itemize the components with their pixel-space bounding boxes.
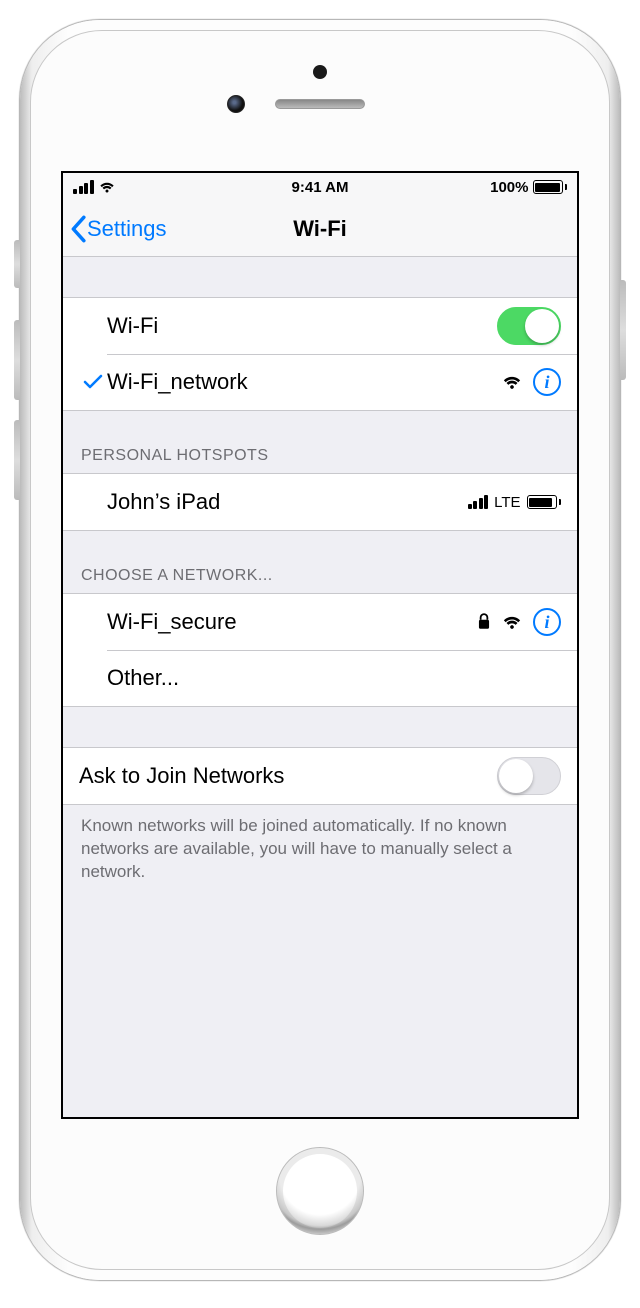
ask-to-join-toggle[interactable] [497, 757, 561, 795]
wifi-toggle[interactable] [497, 307, 561, 345]
network-name: Wi-Fi_secure [107, 609, 477, 635]
home-button[interactable] [276, 1147, 364, 1235]
ask-to-join-row: Ask to Join Networks [63, 748, 577, 804]
wifi-icon [98, 180, 116, 194]
hotspot-name: John’s iPad [107, 489, 468, 515]
cellular-signal-icon [73, 180, 94, 194]
wifi-signal-icon [501, 373, 523, 391]
network-row[interactable]: Wi-Fi_secure i [63, 594, 577, 650]
connected-network-name: Wi-Fi_network [107, 369, 501, 395]
other-label: Other... [107, 665, 561, 691]
ask-to-join-footer: Known networks will be joined automatica… [63, 805, 577, 894]
battery-icon [527, 495, 562, 509]
connected-network-row[interactable]: Wi-Fi_network i [63, 354, 577, 410]
wifi-toggle-row: Wi-Fi [63, 298, 577, 354]
personal-hotspots-header: PERSONAL HOTSPOTS [63, 439, 577, 473]
choose-network-header: CHOOSE A NETWORK... [63, 559, 577, 593]
screen: 9:41 AM 100% Settings Wi-Fi [61, 171, 579, 1119]
info-icon[interactable]: i [533, 608, 561, 636]
info-icon[interactable]: i [533, 368, 561, 396]
battery-icon [533, 180, 568, 194]
other-network-row[interactable]: Other... [63, 650, 577, 706]
wifi-signal-icon [501, 613, 523, 631]
nav-bar: Settings Wi-Fi [63, 201, 577, 257]
ask-to-join-label: Ask to Join Networks [79, 763, 497, 789]
wifi-label: Wi-Fi [107, 313, 497, 339]
lock-icon [477, 613, 491, 631]
battery-percent: 100% [490, 179, 528, 196]
checkmark-icon [79, 373, 107, 391]
content: Wi-Fi Wi-Fi_network [63, 257, 577, 1117]
hotspot-network-label: LTE [494, 494, 520, 511]
cellular-signal-icon [468, 495, 489, 509]
page-title: Wi-Fi [63, 216, 577, 242]
status-bar: 9:41 AM 100% [63, 173, 577, 201]
hotspot-row[interactable]: John’s iPad LTE [63, 474, 577, 530]
